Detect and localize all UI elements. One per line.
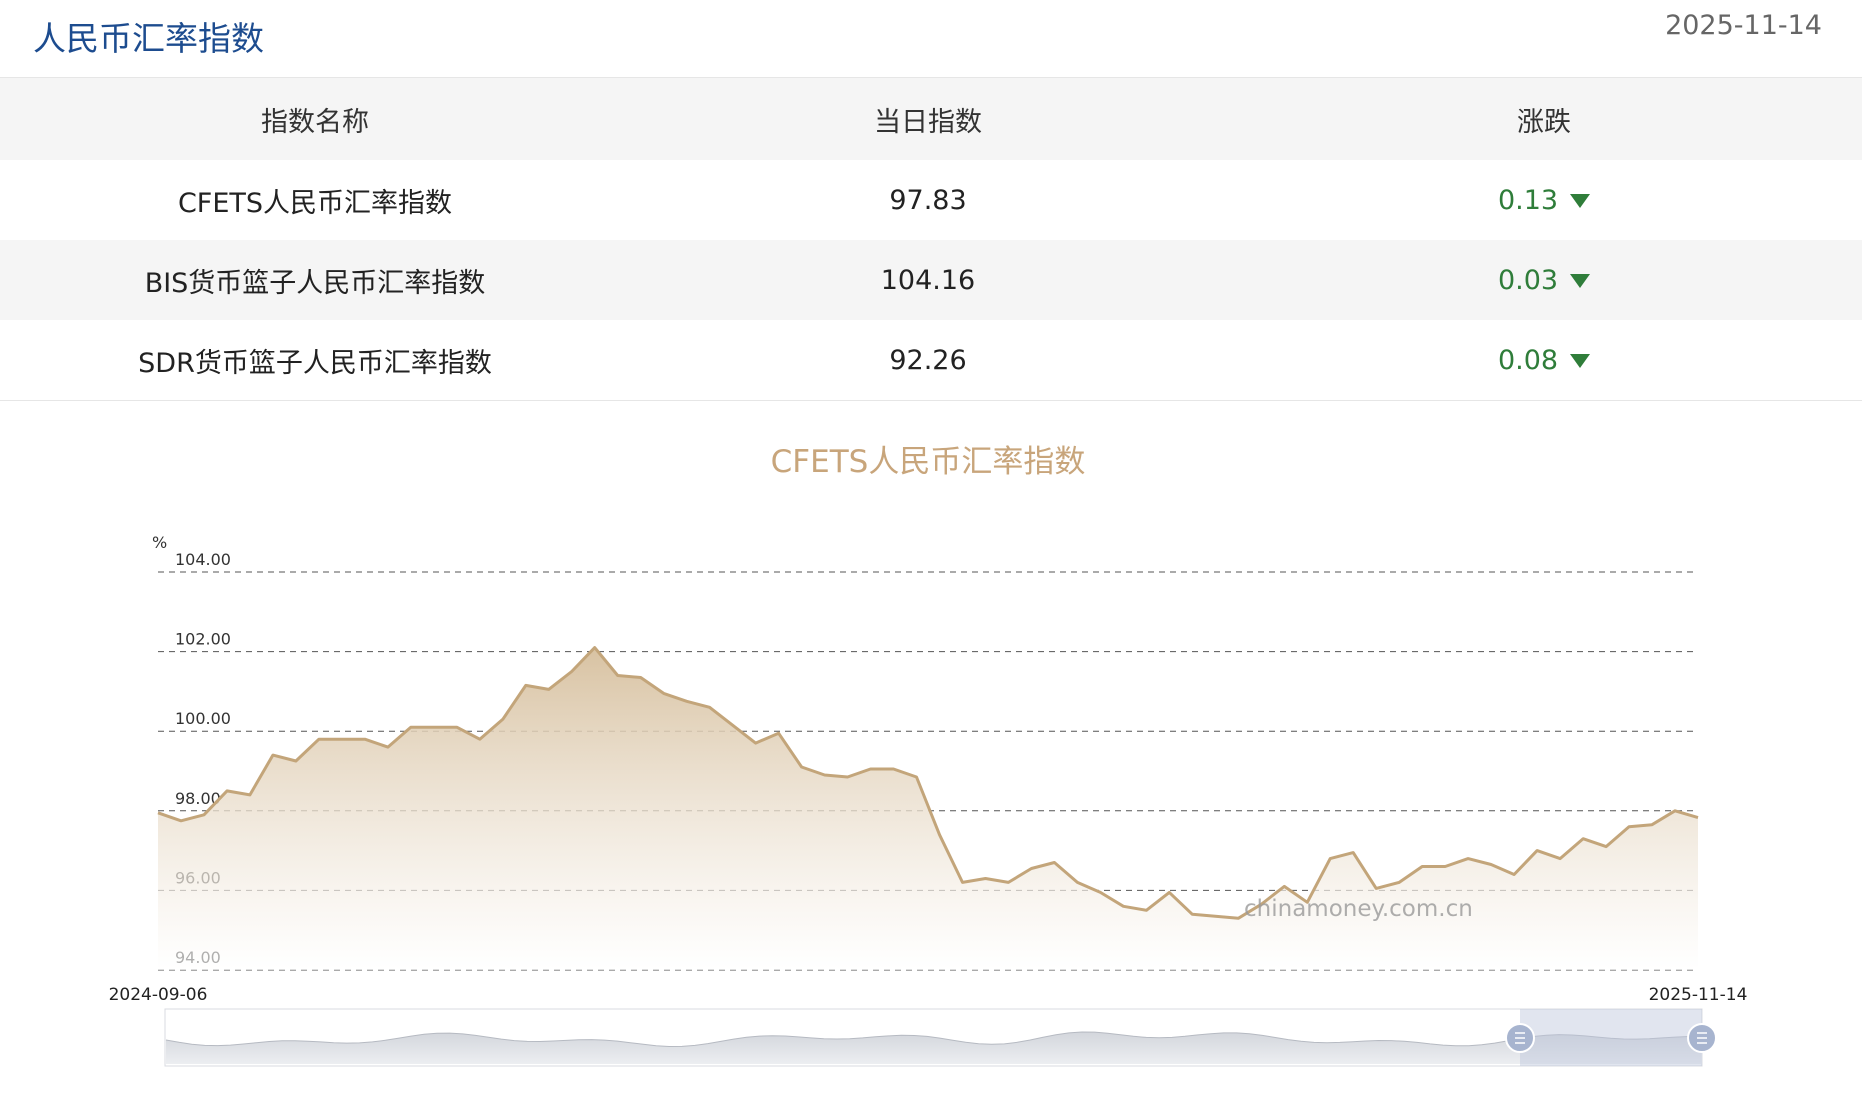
down-arrow-icon — [1570, 194, 1591, 208]
index-value: 92.26 — [889, 344, 967, 376]
index-change: 0.03 — [1226, 265, 1862, 296]
chart-panel: CFETS人民币汇率指数 % 94.0096.0098.00100.00102.… — [0, 400, 1862, 1100]
index-value: 104.16 — [880, 264, 976, 296]
watermark: chinamoney.com.cn — [1244, 896, 1473, 922]
cfets-chart: CFETS人民币汇率指数 % 94.0096.0098.00100.00102.… — [109, 444, 1748, 1067]
down-arrow-icon — [1570, 274, 1591, 288]
chart-title: CFETS人民币汇率指数 — [771, 444, 1086, 480]
index-value: 97.83 — [889, 184, 967, 216]
zoom-slider[interactable] — [164, 1008, 1717, 1067]
column-header-change: 涨跌 — [1517, 106, 1571, 138]
y-tick-label: 100.00 — [175, 709, 231, 728]
page-title: 人民币汇率指数 — [33, 19, 264, 58]
index-change: 0.13 — [1226, 185, 1862, 216]
y-axis-unit: % — [152, 533, 167, 552]
down-arrow-icon — [1570, 354, 1591, 368]
x-start-label: 2024-09-06 — [109, 985, 208, 1005]
y-tick-label: 102.00 — [175, 630, 231, 649]
table-row: SDR货币篮子人民币汇率指数 92.26 0.08 — [0, 320, 1862, 401]
slider-handle-right[interactable] — [1687, 1023, 1717, 1053]
index-name: SDR货币篮子人民币汇率指数 — [138, 347, 492, 379]
index-name: CFETS人民币汇率指数 — [177, 187, 453, 219]
table-row: CFETS人民币汇率指数 97.83 0.13 — [0, 160, 1862, 240]
slider-handle-left[interactable] — [1505, 1023, 1535, 1053]
index-table: 指数名称 当日指数 涨跌 CFETS人民币汇率指数 97.83 0.13 BIS… — [0, 78, 1862, 401]
header: 人民币汇率指数 2025-11-14 — [0, 0, 1862, 78]
index-change: 0.08 — [1226, 345, 1862, 376]
table-header-row: 指数名称 当日指数 涨跌 — [0, 78, 1862, 160]
y-tick-label: 104.00 — [175, 550, 231, 569]
column-header-name: 指数名称 — [261, 106, 369, 138]
change-value: 0.03 — [1497, 264, 1559, 296]
change-value: 0.13 — [1497, 184, 1559, 216]
slider-window — [1520, 1009, 1702, 1066]
column-header-value: 当日指数 — [874, 106, 982, 138]
change-value: 0.08 — [1497, 344, 1559, 376]
x-end-label: 2025-11-14 — [1649, 985, 1748, 1005]
table-row: BIS货币篮子人民币汇率指数 104.16 0.03 — [0, 240, 1862, 320]
index-name: BIS货币篮子人民币汇率指数 — [144, 267, 486, 299]
page-date: 2025-11-14 — [1665, 10, 1822, 41]
